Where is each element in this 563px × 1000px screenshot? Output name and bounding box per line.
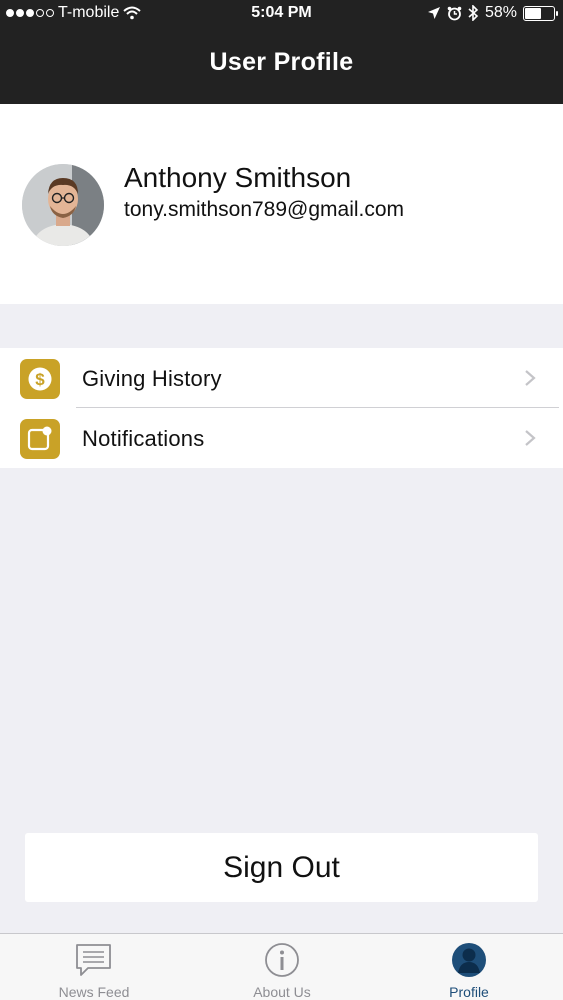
chevron-right-icon: [525, 370, 536, 386]
tab-news-feed[interactable]: News Feed: [0, 934, 188, 1000]
menu-item-giving-history[interactable]: $ Giving History: [0, 348, 563, 408]
chat-bubble-icon: [76, 944, 111, 976]
tab-about-us[interactable]: About Us: [188, 934, 376, 1000]
notification-badge-icon: [20, 419, 60, 459]
profile-name: Anthony Smithson: [124, 162, 352, 193]
info-icon: [265, 943, 299, 977]
sign-out-button[interactable]: Sign Out: [25, 833, 538, 902]
alarm-clock-icon: [447, 6, 462, 20]
chevron-right-icon: [525, 430, 536, 446]
status-bar: T-mobile 5:04 PM 58%: [0, 0, 563, 28]
person-icon: [452, 943, 486, 977]
status-right: 58%: [427, 4, 558, 22]
tab-label: About Us: [253, 984, 311, 1000]
profile-email: tony.smithson789@gmail.com: [124, 198, 405, 221]
avatar[interactable]: [22, 164, 104, 246]
dollar-coin-icon: $: [20, 359, 60, 399]
menu-item-label: Notifications: [82, 426, 205, 451]
tab-label: Profile: [449, 984, 489, 1000]
profile-header: Anthony Smithson tony.smithson789@gmail.…: [0, 104, 563, 304]
location-arrow-icon: [427, 7, 440, 19]
page-title: User Profile: [209, 48, 354, 76]
tab-bar: News Feed About Us Profile: [0, 933, 563, 1000]
menu-list: $ Giving History Notifications: [0, 348, 563, 468]
battery-icon: [523, 5, 558, 21]
menu-item-label: Giving History: [82, 366, 222, 391]
tab-label: News Feed: [58, 984, 130, 1000]
bluetooth-icon: [468, 5, 479, 21]
battery-percent: 58%: [484, 4, 517, 21]
tab-profile[interactable]: Profile: [375, 934, 563, 1000]
avatar-image: [22, 164, 104, 246]
svg-text:$: $: [35, 370, 45, 389]
screen: T-mobile 5:04 PM 58% User Profile Anthon…: [0, 0, 563, 1000]
menu-item-notifications[interactable]: Notifications: [0, 408, 563, 468]
battery-fill: [525, 7, 541, 19]
top-bar: T-mobile 5:04 PM 58% User Profile: [0, 0, 563, 104]
